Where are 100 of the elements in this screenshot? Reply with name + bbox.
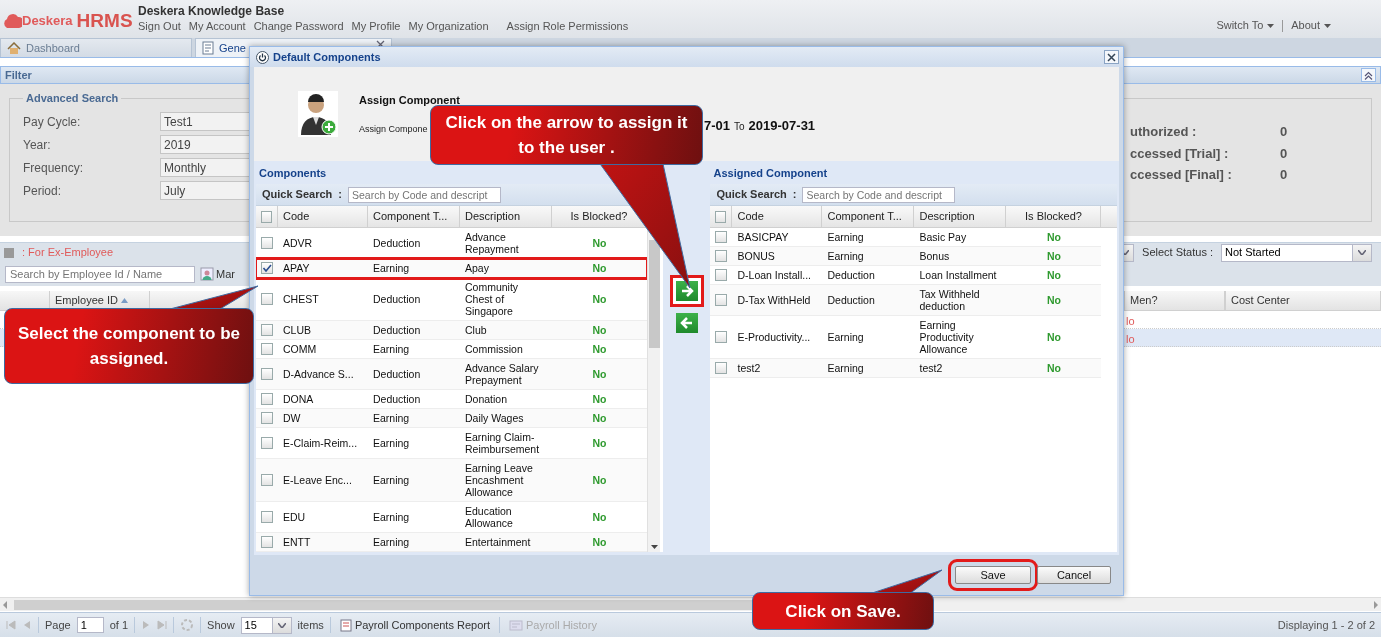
table-cell-text: Earning bbox=[372, 411, 411, 426]
table-cell-text: No bbox=[591, 535, 608, 550]
table-cell-text: Bonus bbox=[918, 249, 951, 264]
table-cell-text: Earning bbox=[372, 342, 411, 357]
table-cell-text: No bbox=[1046, 293, 1062, 308]
legend-text: : For Ex-Employee bbox=[22, 245, 114, 261]
pager-label: items bbox=[297, 617, 324, 633]
table-cell-text: Earning bbox=[372, 436, 411, 451]
summary-label: ccessed [Final] : bbox=[1130, 166, 1233, 184]
table-cell-text: No bbox=[591, 392, 608, 407]
dialog-heading: Assign Component bbox=[359, 92, 460, 108]
summary-value: 0 bbox=[1280, 166, 1288, 184]
summary-label: uthorized : bbox=[1130, 123, 1198, 141]
table-cell-text: ENTT bbox=[282, 535, 312, 550]
table-cell-text: Deduction bbox=[372, 323, 422, 338]
table-cell-text: No bbox=[591, 323, 608, 338]
pager-status: Displaying 1 - 2 of 2 bbox=[1277, 617, 1375, 633]
logo-text: HRMS bbox=[76, 11, 133, 31]
table-cell-text: Earning Leave Encashment Allowance bbox=[464, 461, 534, 500]
table-cell-text: No bbox=[591, 411, 608, 426]
table-cell-text: Advance Salary Prepayment bbox=[464, 361, 540, 388]
period-separator: To bbox=[734, 120, 745, 135]
field-label: Select Status : bbox=[1142, 245, 1213, 261]
field-label: Frequency: bbox=[23, 159, 85, 177]
table-cell-text: test2 bbox=[918, 361, 944, 376]
table-cell-text: test2 bbox=[736, 361, 762, 376]
table-cell-text: No bbox=[591, 510, 608, 525]
table-cell-text: No bbox=[591, 261, 608, 276]
table-cell-text: E-Leave Enc... bbox=[282, 473, 353, 488]
table-cell-text: CHEST bbox=[282, 292, 320, 307]
table-cell-text: No bbox=[1046, 249, 1062, 264]
table-cell-text: Education Allowance bbox=[464, 504, 514, 531]
field-label: Period: bbox=[23, 182, 63, 200]
table-cell-text: Daily Wages bbox=[464, 411, 525, 426]
table-cell-text: APAY bbox=[282, 261, 311, 276]
panel-title: Assigned Component bbox=[710, 163, 1117, 184]
table-cell-text: Earning bbox=[372, 535, 411, 550]
dialog-title: Default Components bbox=[273, 49, 381, 65]
table-cell-text: E-Productivity... bbox=[736, 330, 812, 345]
table-cell-text: Community Chest of Singapore bbox=[464, 280, 520, 319]
table-cell-text: lo bbox=[1125, 314, 1136, 328]
panel-title: Filter bbox=[5, 67, 32, 83]
table-cell-text: Deduction bbox=[372, 292, 422, 307]
table-cell-text: No bbox=[1046, 330, 1062, 345]
summary-label: ccessed [Trial] : bbox=[1130, 144, 1230, 163]
table-cell-text: Deduction bbox=[372, 367, 422, 382]
table-cell-text: No bbox=[591, 436, 608, 451]
search-label: Quick Search bbox=[262, 187, 333, 203]
table-cell-text: BONUS bbox=[736, 249, 776, 264]
search-label-separator: : bbox=[792, 187, 797, 203]
table-cell-text: Deduction bbox=[826, 268, 876, 283]
table-cell-text: Tax Withheld deduction bbox=[918, 287, 981, 314]
logo-text: Deskera bbox=[22, 12, 73, 30]
table-cell-text: Basic Pay bbox=[918, 230, 968, 245]
table-cell-text: Deduction bbox=[372, 392, 422, 407]
table-cell-text: No bbox=[1046, 230, 1062, 245]
table-cell-text: Entertainment bbox=[464, 535, 532, 550]
table-cell-text: Deduction bbox=[372, 236, 422, 251]
table-cell-text: CLUB bbox=[282, 323, 312, 338]
table-cell-text: DONA bbox=[282, 392, 315, 407]
field-label: Year: bbox=[23, 136, 52, 154]
callout: Click on the arrow to assign it to the user . bbox=[430, 105, 703, 165]
table-cell-text: No bbox=[591, 236, 608, 251]
section-title: Advanced Search bbox=[25, 92, 120, 104]
table-cell-text: Earning bbox=[826, 361, 865, 376]
table-cell-text: No bbox=[1046, 268, 1062, 283]
table-cell-text: D-Advance S... bbox=[282, 367, 355, 382]
table-cell-text: Club bbox=[464, 323, 488, 338]
table-cell-text: Deduction bbox=[826, 293, 876, 308]
table-cell-text: D-Loan Install... bbox=[736, 268, 813, 283]
search-label-separator: : bbox=[338, 187, 342, 203]
table-cell-text: COMM bbox=[282, 342, 318, 357]
table-cell-text: Advance Repayment bbox=[464, 230, 520, 257]
summary-value: 0 bbox=[1280, 144, 1288, 163]
table-cell-text: Donation bbox=[464, 392, 509, 407]
table-cell-text: Earning Claim-Reimbursement bbox=[464, 430, 541, 457]
table-cell-text: D-Tax WithHeld bbox=[736, 293, 812, 308]
pager-label: of 1 bbox=[109, 617, 129, 633]
period-end: 2019-07-31 bbox=[748, 117, 816, 136]
table-cell-text: Commission bbox=[464, 342, 524, 357]
table-cell-text: Earning bbox=[826, 330, 865, 345]
period-start: 7-01 bbox=[704, 117, 731, 136]
table-cell-text: Loan Installment bbox=[918, 268, 998, 283]
table-cell-text: No bbox=[591, 342, 608, 357]
table-cell-text: ADVR bbox=[282, 236, 314, 251]
table-cell-text: Earning bbox=[826, 249, 865, 264]
table-cell-text: EDU bbox=[282, 510, 307, 525]
summary-value: 0 bbox=[1280, 123, 1288, 141]
table-cell-text: DW bbox=[282, 411, 302, 426]
table-cell-text: BASICPAY bbox=[736, 230, 790, 245]
pager-label: Page bbox=[45, 617, 71, 633]
table-cell-text: Earning Productivity Allowance bbox=[918, 318, 975, 357]
table-cell-text: No bbox=[591, 473, 608, 488]
pager-label: Show bbox=[207, 617, 235, 633]
site-title: Deskera Knowledge Base bbox=[138, 4, 286, 18]
table-cell-text: Earning bbox=[372, 261, 411, 276]
table-cell-text: Earning bbox=[372, 510, 411, 525]
table-cell-text: No bbox=[1046, 361, 1062, 376]
table-cell-text: Apay bbox=[464, 261, 490, 276]
dialog-subtitle: Assign Compone bbox=[359, 123, 428, 136]
